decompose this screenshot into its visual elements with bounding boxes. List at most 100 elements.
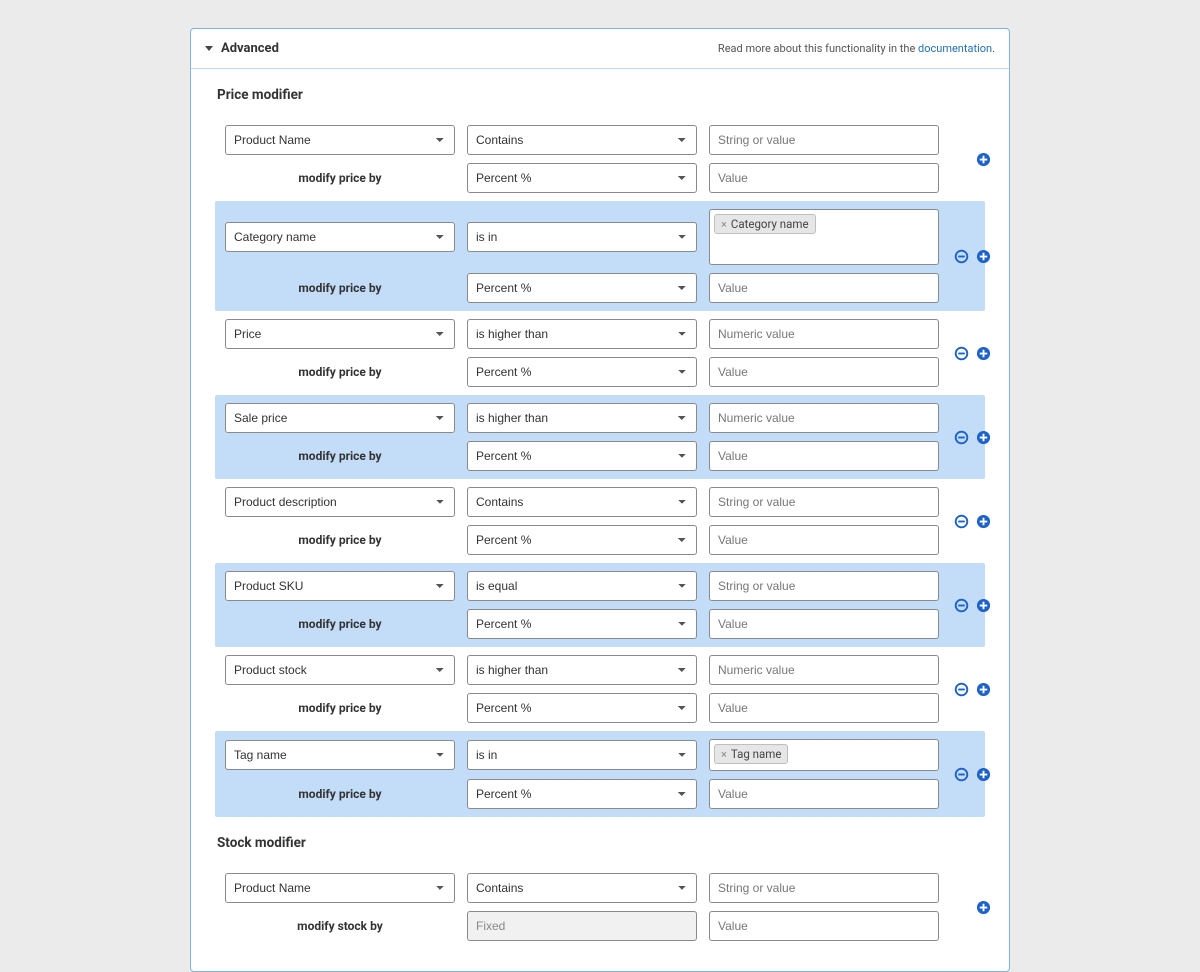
rule-field-select[interactable]: Category name [225,222,455,252]
price-modifier-heading: Price modifier [217,87,985,103]
modify-type-fixed [467,911,697,941]
rule-operator-select[interactable]: is equal [467,571,697,601]
add-rule-button[interactable] [975,429,991,445]
add-rule-button[interactable] [975,513,991,529]
documentation-link[interactable]: documentation [918,42,992,55]
modify-by-label: modify price by [225,617,455,631]
modify-value-input[interactable] [709,779,939,809]
remove-tag-icon[interactable]: × [721,219,727,230]
rule-value-tagbox[interactable]: ×Category name [709,209,939,265]
rule-field-select[interactable]: Product SKU [225,571,455,601]
rule-operator-select[interactable]: is in [467,222,697,252]
rule-actions [951,248,991,264]
modify-by-label: modify stock by [225,919,455,933]
remove-rule-button[interactable] [953,345,969,361]
rule-operator-select[interactable]: is higher than [467,319,697,349]
rule-actions [951,151,991,167]
modify-type-select[interactable]: Percent % [467,441,697,471]
panel-body: Price modifier Product Name Contains mod… [191,69,1009,971]
tag-chip[interactable]: ×Category name [714,214,816,234]
modify-type-select[interactable]: Percent % [467,693,697,723]
rule-operator-select[interactable]: is higher than [467,403,697,433]
rule-value-tagbox[interactable]: ×Tag name [709,739,939,771]
rule-value-input[interactable] [709,873,939,903]
rule-value-input[interactable] [709,125,939,155]
modify-by-label: modify price by [225,787,455,801]
rule-row: Category name is in ×Category name modif… [215,201,985,311]
rule-operator-select[interactable]: is higher than [467,655,697,685]
add-rule-button[interactable] [975,681,991,697]
remove-rule-button[interactable] [953,681,969,697]
rule-value-input[interactable] [709,655,939,685]
add-rule-button[interactable] [975,345,991,361]
rule-actions [951,345,991,361]
add-rule-button[interactable] [975,899,991,915]
remove-tag-icon[interactable]: × [721,749,727,760]
panel-help-text: Read more about this functionality in th… [718,42,995,55]
rule-field-select[interactable]: Tag name [225,740,455,770]
rule-row: Sale price is higher than modify price b… [215,395,985,479]
stock-modifier-heading: Stock modifier [217,835,985,851]
rule-field-select[interactable]: Sale price [225,403,455,433]
collapse-caret-icon[interactable] [205,46,213,51]
rule-value-input[interactable] [709,319,939,349]
rule-row: Tag name is in ×Tag name modify price by… [215,731,985,817]
modify-by-label: modify price by [225,533,455,547]
modify-type-select[interactable]: Percent % [467,525,697,555]
modify-type-select[interactable]: Percent % [467,609,697,639]
remove-rule-button[interactable] [953,513,969,529]
rule-row: Product SKU is equal modify price by Per… [215,563,985,647]
advanced-panel: Advanced Read more about this functional… [190,28,1010,972]
modify-by-label: modify price by [225,281,455,295]
rule-field-select[interactable]: Product Name [225,873,455,903]
modify-by-label: modify price by [225,701,455,715]
remove-rule-button[interactable] [953,597,969,613]
modify-value-input[interactable] [709,441,939,471]
rule-actions [951,899,991,915]
rule-operator-select[interactable]: is in [467,740,697,770]
modify-by-label: modify price by [225,171,455,185]
add-rule-button[interactable] [975,597,991,613]
rule-row: Product description Contains modify pric… [215,479,985,563]
rule-field-select[interactable]: Product Name [225,125,455,155]
remove-rule-button[interactable] [953,429,969,445]
rule-operator-select[interactable]: Contains [467,125,697,155]
modify-value-input[interactable] [709,609,939,639]
rule-operator-select[interactable]: Contains [467,487,697,517]
rule-value-input[interactable] [709,403,939,433]
rule-field-select[interactable]: Product description [225,487,455,517]
modify-type-select[interactable]: Percent % [467,357,697,387]
modify-value-input[interactable] [709,911,939,941]
panel-header: Advanced Read more about this functional… [191,29,1009,69]
rule-actions [951,429,991,445]
modify-type-select[interactable]: Percent % [467,273,697,303]
rule-row: Product Name Contains modify stock by [215,865,985,949]
modify-by-label: modify price by [225,365,455,379]
modify-value-input[interactable] [709,693,939,723]
rule-actions [951,513,991,529]
add-rule-button[interactable] [975,151,991,167]
modify-value-input[interactable] [709,163,939,193]
rule-value-input[interactable] [709,487,939,517]
rule-value-input[interactable] [709,571,939,601]
tag-chip[interactable]: ×Tag name [714,744,788,764]
add-rule-button[interactable] [975,766,991,782]
rule-row: Price is higher than modify price by Per… [215,311,985,395]
modify-value-input[interactable] [709,525,939,555]
modify-type-select[interactable]: Percent % [467,163,697,193]
modify-value-input[interactable] [709,357,939,387]
rule-operator-select[interactable]: Contains [467,873,697,903]
remove-rule-button[interactable] [953,248,969,264]
rule-actions [951,766,991,782]
modify-type-select[interactable]: Percent % [467,779,697,809]
panel-title: Advanced [221,41,279,56]
add-rule-button[interactable] [975,248,991,264]
rule-actions [951,597,991,613]
rule-actions [951,681,991,697]
remove-rule-button[interactable] [953,766,969,782]
rule-row: Product Name Contains modify price by Pe… [215,117,985,201]
rule-field-select[interactable]: Product stock [225,655,455,685]
rule-field-select[interactable]: Price [225,319,455,349]
rule-row: Product stock is higher than modify pric… [215,647,985,731]
modify-value-input[interactable] [709,273,939,303]
